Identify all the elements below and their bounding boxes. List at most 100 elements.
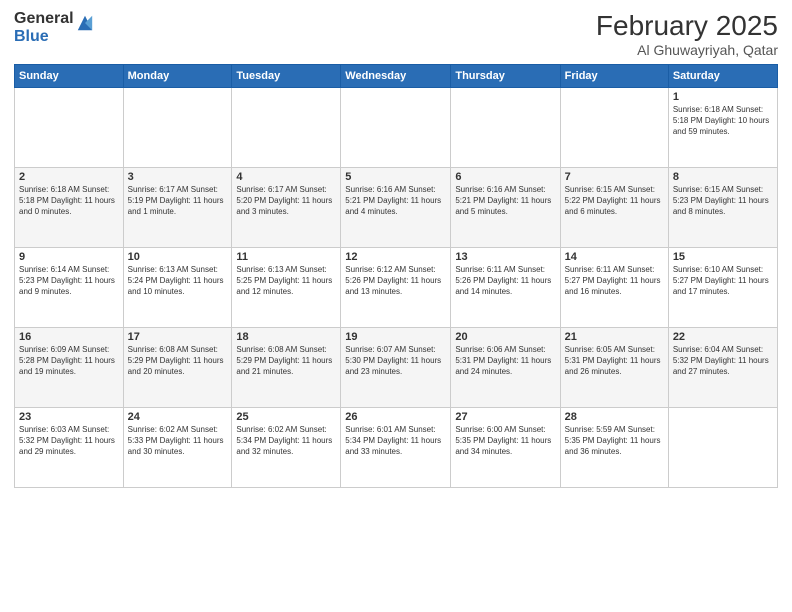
logo-icon [76, 14, 94, 32]
calendar-cell: 23Sunrise: 6:03 AM Sunset: 5:32 PM Dayli… [15, 408, 124, 488]
day-number: 10 [128, 251, 228, 263]
day-number: 26 [345, 411, 446, 423]
day-info: Sunrise: 6:12 AM Sunset: 5:26 PM Dayligh… [345, 264, 446, 298]
calendar-cell: 12Sunrise: 6:12 AM Sunset: 5:26 PM Dayli… [341, 248, 451, 328]
calendar-cell: 24Sunrise: 6:02 AM Sunset: 5:33 PM Dayli… [123, 408, 232, 488]
calendar-cell: 3Sunrise: 6:17 AM Sunset: 5:19 PM Daylig… [123, 168, 232, 248]
day-number: 27 [455, 411, 555, 423]
day-number: 5 [345, 171, 446, 183]
day-info: Sunrise: 6:03 AM Sunset: 5:32 PM Dayligh… [19, 424, 119, 458]
calendar-cell: 2Sunrise: 6:18 AM Sunset: 5:18 PM Daylig… [15, 168, 124, 248]
logo: General Blue [14, 10, 94, 45]
day-number: 16 [19, 331, 119, 343]
day-number: 23 [19, 411, 119, 423]
calendar-cell [123, 88, 232, 168]
day-info: Sunrise: 6:02 AM Sunset: 5:34 PM Dayligh… [236, 424, 336, 458]
calendar-cell: 1Sunrise: 6:18 AM Sunset: 5:18 PM Daylig… [668, 88, 777, 168]
day-number: 18 [236, 331, 336, 343]
calendar-cell: 7Sunrise: 6:15 AM Sunset: 5:22 PM Daylig… [560, 168, 668, 248]
day-info: Sunrise: 6:13 AM Sunset: 5:25 PM Dayligh… [236, 264, 336, 298]
day-number: 6 [455, 171, 555, 183]
calendar-cell: 13Sunrise: 6:11 AM Sunset: 5:26 PM Dayli… [451, 248, 560, 328]
weekday-header-wednesday: Wednesday [341, 65, 451, 88]
day-info: Sunrise: 6:04 AM Sunset: 5:32 PM Dayligh… [673, 344, 773, 378]
calendar-cell [232, 88, 341, 168]
day-info: Sunrise: 6:10 AM Sunset: 5:27 PM Dayligh… [673, 264, 773, 298]
day-info: Sunrise: 6:18 AM Sunset: 5:18 PM Dayligh… [673, 104, 773, 138]
day-info: Sunrise: 6:02 AM Sunset: 5:33 PM Dayligh… [128, 424, 228, 458]
day-number: 20 [455, 331, 555, 343]
day-number: 4 [236, 171, 336, 183]
day-number: 28 [565, 411, 664, 423]
day-info: Sunrise: 6:16 AM Sunset: 5:21 PM Dayligh… [345, 184, 446, 218]
day-number: 19 [345, 331, 446, 343]
day-info: Sunrise: 6:08 AM Sunset: 5:29 PM Dayligh… [128, 344, 228, 378]
calendar-cell [560, 88, 668, 168]
calendar-cell: 19Sunrise: 6:07 AM Sunset: 5:30 PM Dayli… [341, 328, 451, 408]
calendar-cell: 16Sunrise: 6:09 AM Sunset: 5:28 PM Dayli… [15, 328, 124, 408]
day-info: Sunrise: 6:05 AM Sunset: 5:31 PM Dayligh… [565, 344, 664, 378]
calendar-week-5: 23Sunrise: 6:03 AM Sunset: 5:32 PM Dayli… [15, 408, 778, 488]
day-number: 21 [565, 331, 664, 343]
calendar-cell: 18Sunrise: 6:08 AM Sunset: 5:29 PM Dayli… [232, 328, 341, 408]
calendar-cell: 4Sunrise: 6:17 AM Sunset: 5:20 PM Daylig… [232, 168, 341, 248]
calendar-week-2: 2Sunrise: 6:18 AM Sunset: 5:18 PM Daylig… [15, 168, 778, 248]
calendar-cell: 28Sunrise: 5:59 AM Sunset: 5:35 PM Dayli… [560, 408, 668, 488]
day-info: Sunrise: 6:09 AM Sunset: 5:28 PM Dayligh… [19, 344, 119, 378]
day-number: 25 [236, 411, 336, 423]
weekday-header-monday: Monday [123, 65, 232, 88]
location-subtitle: Al Ghuwayriyah, Qatar [596, 42, 778, 58]
day-info: Sunrise: 6:07 AM Sunset: 5:30 PM Dayligh… [345, 344, 446, 378]
calendar-cell: 14Sunrise: 6:11 AM Sunset: 5:27 PM Dayli… [560, 248, 668, 328]
logo-blue: Blue [14, 28, 74, 46]
calendar-cell: 17Sunrise: 6:08 AM Sunset: 5:29 PM Dayli… [123, 328, 232, 408]
day-info: Sunrise: 6:14 AM Sunset: 5:23 PM Dayligh… [19, 264, 119, 298]
calendar-cell: 27Sunrise: 6:00 AM Sunset: 5:35 PM Dayli… [451, 408, 560, 488]
weekday-header-row: SundayMondayTuesdayWednesdayThursdayFrid… [15, 65, 778, 88]
calendar-cell: 21Sunrise: 6:05 AM Sunset: 5:31 PM Dayli… [560, 328, 668, 408]
calendar-cell: 5Sunrise: 6:16 AM Sunset: 5:21 PM Daylig… [341, 168, 451, 248]
page-header: General Blue February 2025 Al Ghuwayriya… [14, 10, 778, 58]
day-number: 13 [455, 251, 555, 263]
weekday-header-thursday: Thursday [451, 65, 560, 88]
day-number: 11 [236, 251, 336, 263]
day-number: 2 [19, 171, 119, 183]
calendar-week-1: 1Sunrise: 6:18 AM Sunset: 5:18 PM Daylig… [15, 88, 778, 168]
calendar-cell: 26Sunrise: 6:01 AM Sunset: 5:34 PM Dayli… [341, 408, 451, 488]
calendar-cell: 8Sunrise: 6:15 AM Sunset: 5:23 PM Daylig… [668, 168, 777, 248]
weekday-header-friday: Friday [560, 65, 668, 88]
day-number: 7 [565, 171, 664, 183]
calendar-cell: 9Sunrise: 6:14 AM Sunset: 5:23 PM Daylig… [15, 248, 124, 328]
day-number: 22 [673, 331, 773, 343]
day-number: 15 [673, 251, 773, 263]
day-info: Sunrise: 6:06 AM Sunset: 5:31 PM Dayligh… [455, 344, 555, 378]
weekday-header-saturday: Saturday [668, 65, 777, 88]
day-info: Sunrise: 6:00 AM Sunset: 5:35 PM Dayligh… [455, 424, 555, 458]
calendar-cell: 22Sunrise: 6:04 AM Sunset: 5:32 PM Dayli… [668, 328, 777, 408]
day-info: Sunrise: 6:13 AM Sunset: 5:24 PM Dayligh… [128, 264, 228, 298]
day-info: Sunrise: 6:16 AM Sunset: 5:21 PM Dayligh… [455, 184, 555, 218]
calendar-cell: 25Sunrise: 6:02 AM Sunset: 5:34 PM Dayli… [232, 408, 341, 488]
day-number: 3 [128, 171, 228, 183]
day-info: Sunrise: 6:15 AM Sunset: 5:22 PM Dayligh… [565, 184, 664, 218]
day-info: Sunrise: 6:17 AM Sunset: 5:19 PM Dayligh… [128, 184, 228, 218]
month-title: February 2025 [596, 10, 778, 42]
day-info: Sunrise: 6:18 AM Sunset: 5:18 PM Dayligh… [19, 184, 119, 218]
calendar-cell: 11Sunrise: 6:13 AM Sunset: 5:25 PM Dayli… [232, 248, 341, 328]
day-info: Sunrise: 6:11 AM Sunset: 5:27 PM Dayligh… [565, 264, 664, 298]
day-number: 9 [19, 251, 119, 263]
day-number: 1 [673, 91, 773, 103]
title-block: February 2025 Al Ghuwayriyah, Qatar [596, 10, 778, 58]
day-number: 24 [128, 411, 228, 423]
day-info: Sunrise: 6:11 AM Sunset: 5:26 PM Dayligh… [455, 264, 555, 298]
weekday-header-tuesday: Tuesday [232, 65, 341, 88]
calendar-cell: 20Sunrise: 6:06 AM Sunset: 5:31 PM Dayli… [451, 328, 560, 408]
calendar-week-4: 16Sunrise: 6:09 AM Sunset: 5:28 PM Dayli… [15, 328, 778, 408]
calendar-cell: 10Sunrise: 6:13 AM Sunset: 5:24 PM Dayli… [123, 248, 232, 328]
day-info: Sunrise: 5:59 AM Sunset: 5:35 PM Dayligh… [565, 424, 664, 458]
calendar-cell [341, 88, 451, 168]
day-number: 14 [565, 251, 664, 263]
day-number: 17 [128, 331, 228, 343]
day-info: Sunrise: 6:01 AM Sunset: 5:34 PM Dayligh… [345, 424, 446, 458]
day-info: Sunrise: 6:17 AM Sunset: 5:20 PM Dayligh… [236, 184, 336, 218]
